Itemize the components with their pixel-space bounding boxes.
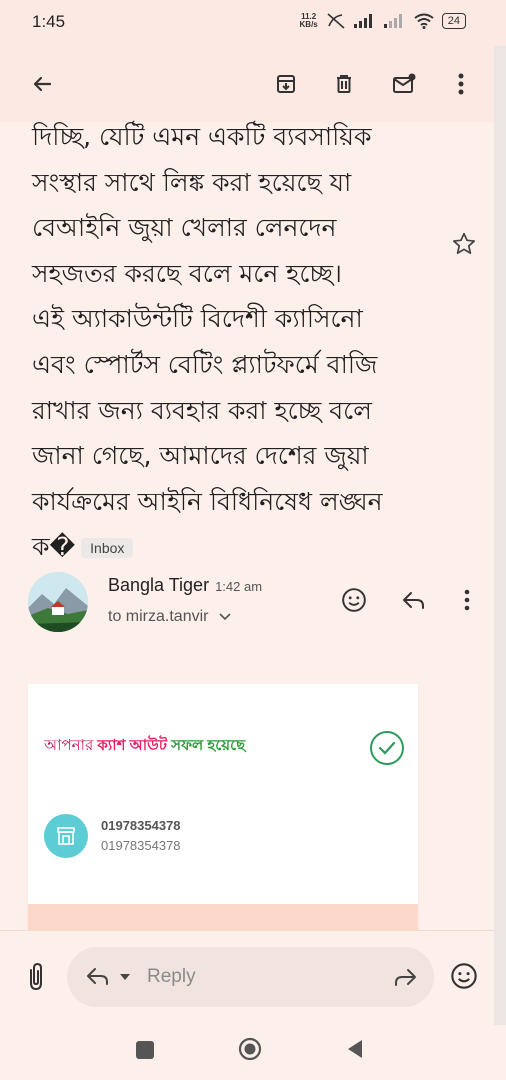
sender-name-line: Bangla Tiger 1:42 am bbox=[108, 575, 262, 596]
mark-unread-icon[interactable] bbox=[386, 66, 422, 102]
store-icon bbox=[44, 814, 88, 858]
body-line: এই অ্যাকাউন্টটি বিদেশী ক্যাসিনো bbox=[32, 304, 363, 334]
email-content-card: আপনার ক্যাশ আউট সফল হয়েছে 01978354378 0… bbox=[28, 684, 418, 934]
avatar[interactable] bbox=[28, 572, 88, 632]
body-line: জানা গেছে, আমাদের দেশের জুয়া bbox=[32, 441, 369, 471]
more-vert-icon[interactable] bbox=[451, 584, 483, 616]
body-line: সংস্থার সাথে লিঙ্ক করা হয়েছে যা bbox=[32, 167, 352, 197]
status-icons: 11.2 KB/s 24 bbox=[300, 12, 466, 30]
card-title: আপনার ক্যাশ আউট সফল হয়েছে bbox=[44, 734, 245, 759]
card-title-success: সফল হয়েছে bbox=[167, 737, 246, 754]
account-number-secondary: 01978354378 bbox=[101, 838, 181, 853]
body-line: রাখার জন্য ব্যবহার করা হচ্ছে বলে bbox=[32, 395, 372, 425]
inbox-label-chip[interactable]: Inbox bbox=[81, 538, 134, 559]
status-time: 1:45 bbox=[32, 12, 66, 31]
body-line: দিচ্ছি, যেটি এমন একটি ব্যবসায়িক bbox=[32, 122, 372, 151]
wifi-icon bbox=[414, 13, 434, 29]
body-line: কার্যক্রমের আইনি বিধিনিষেধ লঙ্ঘন bbox=[32, 486, 383, 516]
home-icon[interactable] bbox=[238, 1037, 262, 1061]
sender-time: 1:42 am bbox=[215, 579, 263, 594]
back-icon[interactable] bbox=[346, 1039, 364, 1059]
reply-icon[interactable] bbox=[398, 584, 430, 616]
network-speed-unit: KB/s bbox=[299, 20, 318, 29]
body-line: এবং স্পোর্টস বেটিং প্ল্যাটফর্মে বাজি bbox=[32, 349, 378, 379]
body-line: ক� bbox=[32, 532, 76, 562]
reply-icon bbox=[87, 968, 108, 985]
card-title-part: আপনার bbox=[44, 737, 98, 754]
sender-name: Bangla Tiger bbox=[108, 575, 210, 595]
star-icon[interactable] bbox=[451, 231, 477, 261]
body-line: সহজতর করছে বলে মনে হচ্ছে। bbox=[32, 258, 342, 288]
card-title-highlight: ক্যাশ আউট bbox=[97, 737, 167, 754]
signal-2-icon bbox=[383, 14, 402, 28]
chevron-down-icon bbox=[219, 613, 231, 621]
signal-icon bbox=[353, 14, 372, 28]
emoji-reaction-icon[interactable] bbox=[338, 584, 370, 616]
body-line-last: ক� Inbox bbox=[32, 524, 462, 570]
battery-indicator: 24 bbox=[441, 13, 466, 29]
call-muted-icon bbox=[327, 13, 345, 29]
more-vert-icon[interactable] bbox=[443, 66, 479, 102]
dropdown-arrow-icon[interactable] bbox=[120, 974, 130, 980]
forward-icon[interactable] bbox=[392, 966, 418, 988]
archive-icon[interactable] bbox=[268, 66, 304, 102]
recipient-line[interactable]: to mirza.tanvir bbox=[108, 608, 231, 626]
edge-strip bbox=[494, 46, 506, 1080]
top-toolbar bbox=[0, 46, 494, 122]
sender-row[interactable]: Bangla Tiger 1:42 am to mirza.tanvir bbox=[28, 572, 494, 636]
emoji-reaction-icon[interactable] bbox=[450, 962, 478, 994]
attachment-icon[interactable] bbox=[22, 962, 48, 996]
back-arrow-icon[interactable] bbox=[24, 66, 60, 102]
recents-icon[interactable] bbox=[136, 1041, 154, 1059]
email-body-text: দিচ্ছি, যেটি এমন একটি ব্যবসায়িক সংস্থার… bbox=[32, 114, 462, 570]
check-circle-icon bbox=[370, 731, 404, 765]
network-speed: 11.2 KB/s bbox=[300, 13, 318, 29]
reply-button[interactable]: Reply bbox=[67, 947, 434, 1007]
account-number: 01978354378 bbox=[101, 818, 181, 833]
system-nav-bar bbox=[0, 1025, 506, 1080]
status-bar: 1:45 11.2 KB/s 24 bbox=[0, 0, 506, 46]
delete-icon[interactable] bbox=[326, 66, 362, 102]
recipient-text: to mirza.tanvir bbox=[108, 608, 209, 625]
body-line: বেআইনি জুয়া খেলার লেনদেন bbox=[32, 213, 337, 243]
reply-placeholder: Reply bbox=[147, 966, 196, 987]
